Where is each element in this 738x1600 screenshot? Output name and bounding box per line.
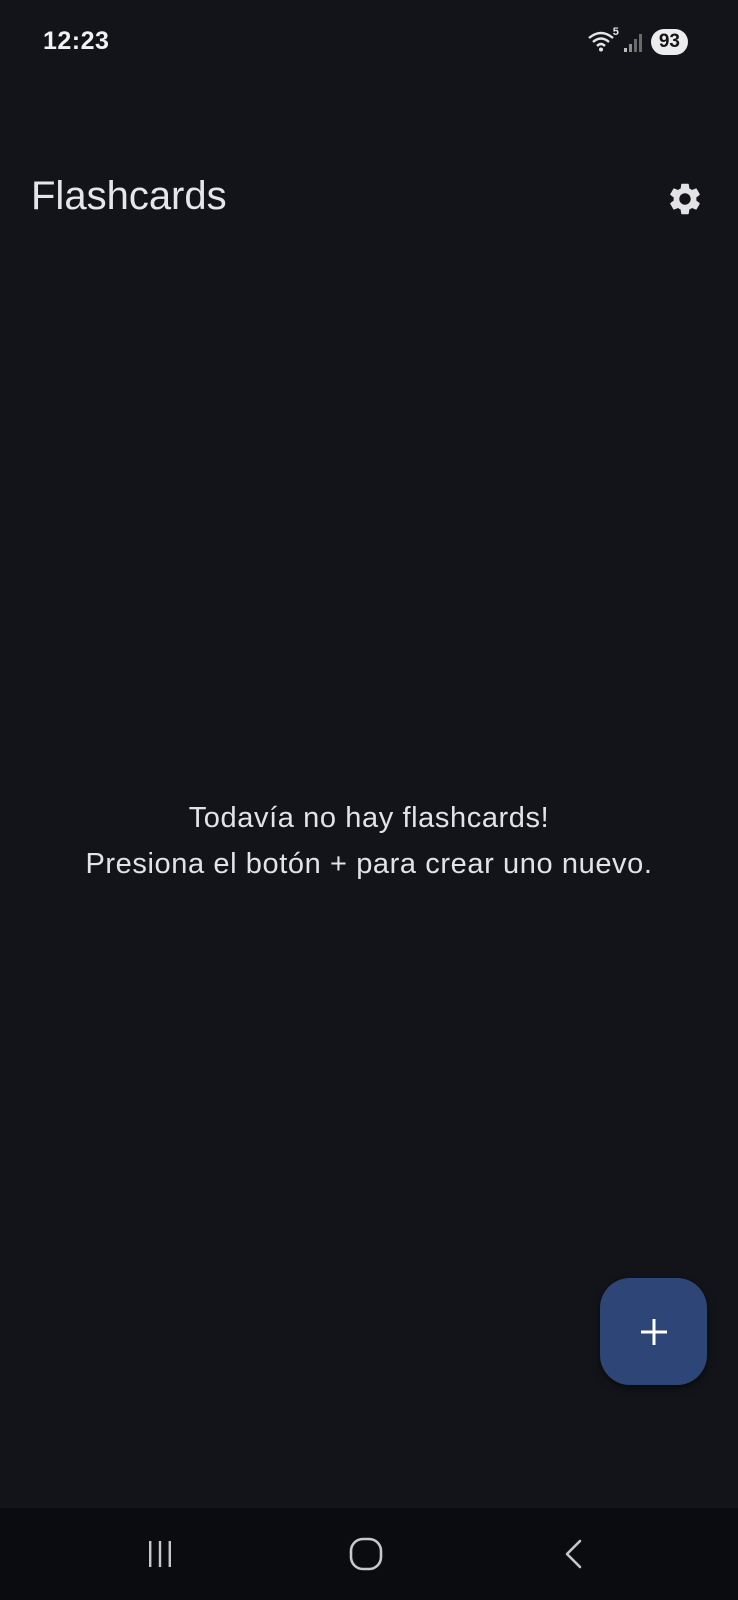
- home-button[interactable]: [306, 1508, 426, 1600]
- home-icon: [348, 1536, 384, 1572]
- recents-icon: [144, 1538, 176, 1570]
- status-bar: 12:23 5 93: [0, 0, 738, 90]
- gear-icon: [666, 180, 704, 218]
- add-flashcard-button[interactable]: [600, 1278, 707, 1385]
- back-icon: [558, 1538, 590, 1570]
- system-nav-bar: [0, 1508, 738, 1600]
- plus-icon: [639, 1317, 669, 1347]
- empty-state-message: Todavía no hay flashcards! Presiona el b…: [0, 795, 738, 887]
- app-bar: Flashcards: [0, 160, 738, 240]
- empty-state-line-2: Presiona el botón + para crear uno nuevo…: [85, 848, 653, 880]
- back-button[interactable]: [514, 1508, 634, 1600]
- settings-button[interactable]: [660, 174, 710, 224]
- battery-indicator: 93: [650, 29, 688, 55]
- empty-state-line-1: Todavía no hay flashcards!: [188, 802, 550, 834]
- recents-button[interactable]: [100, 1508, 220, 1600]
- signal-icon: [623, 31, 645, 53]
- status-icons: 5 93: [587, 26, 688, 55]
- page-title: Flashcards: [31, 174, 227, 218]
- wifi-icon: 5: [587, 26, 619, 54]
- wifi-badge: 5: [612, 26, 619, 38]
- status-time: 12:23: [43, 27, 110, 55]
